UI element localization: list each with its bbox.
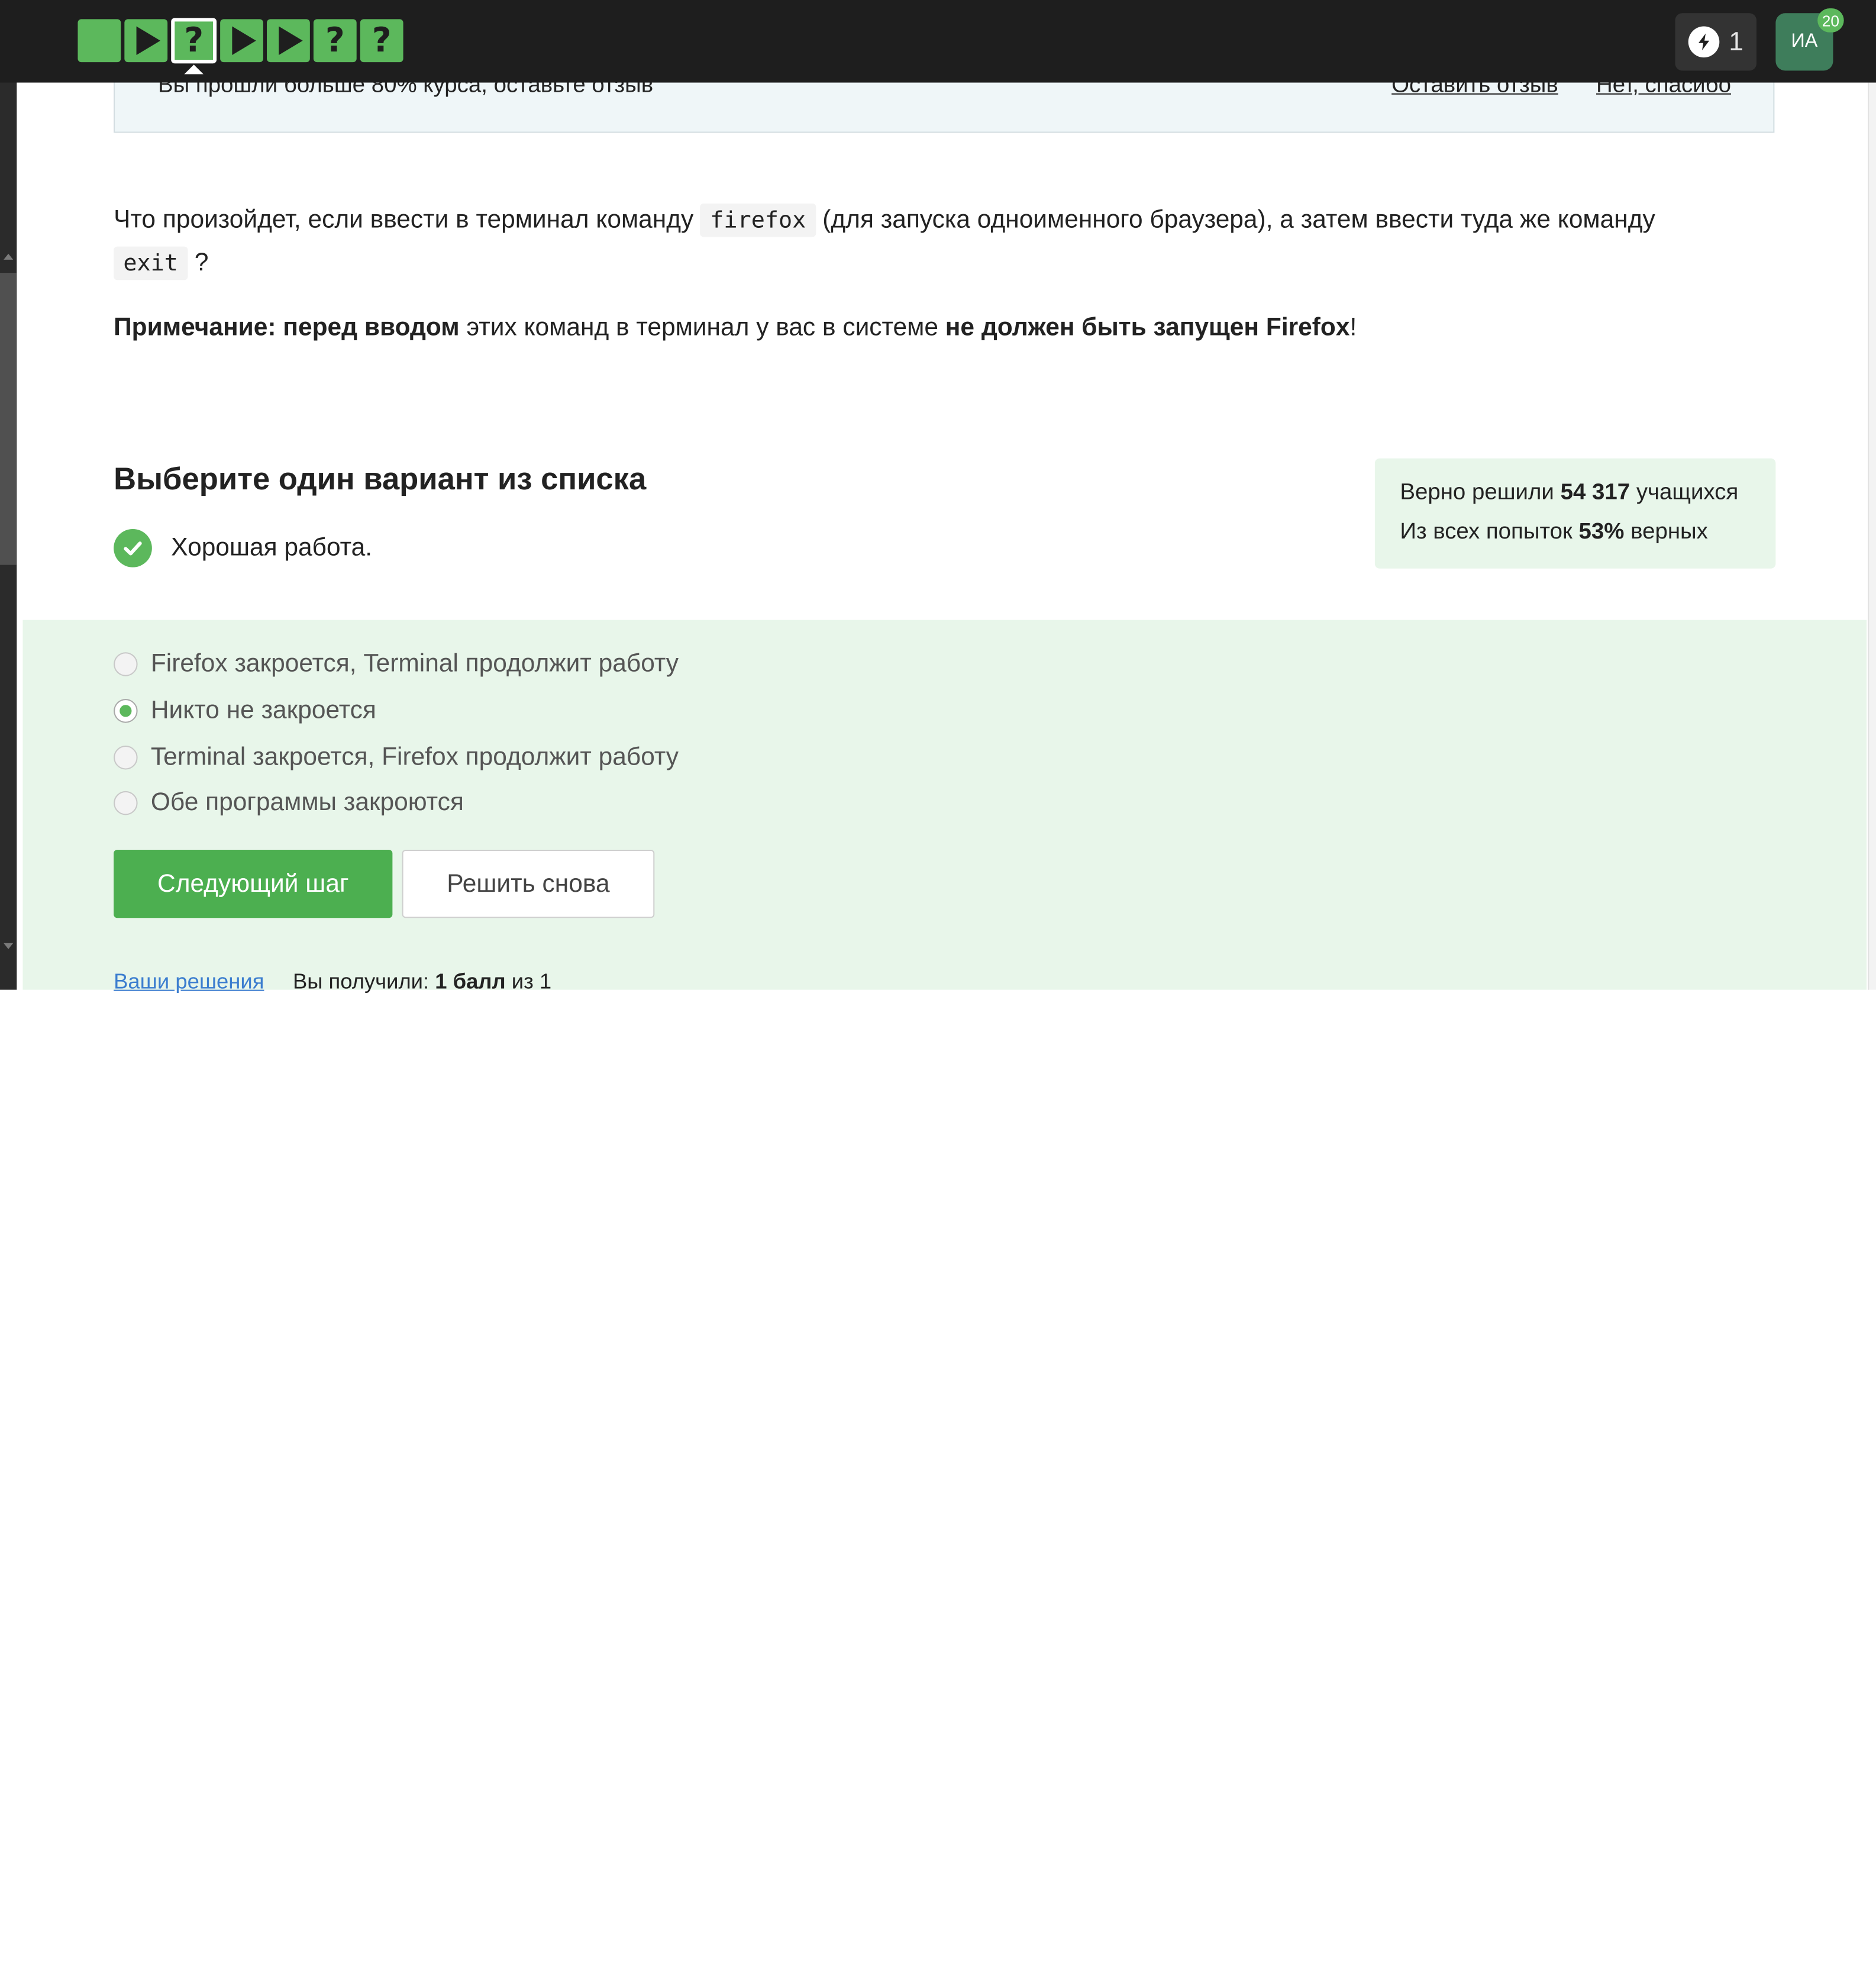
result-message: Хорошая работа.: [171, 534, 373, 562]
stats-solved: Верно решили 54 317 учащихся: [1400, 480, 1738, 506]
stats-attempts: Из всех попыток 53% верных: [1400, 520, 1708, 546]
energy-count: 1: [1729, 26, 1744, 57]
step-3-current[interactable]: ?: [171, 18, 217, 75]
answers-area: Firefox закроется, Terminal продолжит ра…: [22, 620, 1867, 994]
stats-text: верных: [1624, 519, 1708, 545]
question-text-part: (для запуска одноименного браузера), а з…: [815, 205, 1655, 234]
radio-button[interactable]: [114, 746, 138, 770]
scroll-thumb[interactable]: [0, 273, 17, 565]
top-bar: ? ? ? 1 ИА 20: [0, 0, 1876, 83]
page: Вы прошли больше 80% курса, оставьте отз…: [0, 0, 1876, 1980]
question-text: Что произойдет, если ввести в терминал к…: [114, 199, 1777, 285]
notifications-badge[interactable]: 20: [1817, 8, 1844, 33]
radio-button[interactable]: [114, 791, 138, 815]
stats-text: учащихся: [1630, 480, 1739, 505]
radio-button[interactable]: [114, 652, 138, 676]
stats-text: Из всех попыток: [1400, 519, 1579, 545]
lightning-icon: [1688, 26, 1720, 58]
step-5[interactable]: [267, 19, 310, 63]
stats-attempts-percent: 53%: [1578, 519, 1625, 545]
check-circle-icon: [114, 528, 152, 567]
note-part: !: [1349, 313, 1357, 341]
play-icon: [279, 26, 303, 56]
option-4[interactable]: Обе программы закроются: [114, 789, 464, 818]
note-text: Примечание: перед вводом этих команд в т…: [114, 314, 1357, 343]
option-2[interactable]: Никто не закроется: [114, 696, 376, 725]
option-3[interactable]: Terminal закроется, Firefox продолжит ра…: [114, 743, 679, 772]
code-exit: exit: [114, 246, 188, 280]
play-icon: [136, 26, 161, 56]
option-label: Firefox закроется, Terminal продолжит ра…: [150, 650, 679, 678]
left-scrollbar[interactable]: [0, 0, 17, 990]
energy-button[interactable]: 1: [1675, 13, 1757, 71]
note-bold: не должен быть запущен Firefox: [945, 313, 1350, 341]
step-1[interactable]: [78, 19, 121, 63]
option-label: Terminal закроется, Firefox продолжит ра…: [150, 743, 679, 771]
play-icon: [232, 26, 256, 56]
radio-button-selected[interactable]: [114, 699, 138, 723]
step-7[interactable]: ?: [360, 19, 403, 63]
scroll-down-arrow-icon[interactable]: [4, 943, 14, 949]
note-bold: Примечание: перед вводом: [114, 313, 460, 341]
question-text-part: ?: [188, 249, 209, 277]
question-text-part: Что произойдет, если ввести в терминал к…: [114, 205, 701, 234]
option-label: Никто не закроется: [150, 696, 376, 724]
step-4[interactable]: [220, 19, 263, 63]
retry-button[interactable]: Решить снова: [402, 849, 655, 918]
step-6[interactable]: ?: [313, 19, 357, 63]
right-scrollbar[interactable]: [1868, 0, 1876, 990]
next-step-button[interactable]: Следующий шаг: [114, 849, 393, 918]
option-label: Обе программы закроются: [150, 788, 464, 817]
step-navigation: ? ? ?: [78, 18, 403, 75]
stats-text: Верно решили: [1400, 480, 1561, 505]
stats-solved-count: 54 317: [1560, 480, 1630, 505]
choose-title: Выберите один вариант из списка: [114, 460, 647, 497]
solutions-footer: Ваши решения Вы получили: 1 балл из 1: [114, 969, 551, 994]
code-firefox: firefox: [700, 203, 816, 237]
result-status: Хорошая работа.: [114, 528, 373, 567]
question-icon: ?: [184, 20, 204, 60]
stats-panel: Верно решили 54 317 учащихся Из всех поп…: [1374, 458, 1776, 569]
scroll-up-arrow-icon[interactable]: [4, 253, 14, 260]
question-icon: ?: [325, 20, 345, 60]
step-2[interactable]: [124, 19, 168, 63]
option-1[interactable]: Firefox закроется, Terminal продолжит ра…: [114, 650, 679, 679]
note-part: этих команд в терминал у вас в системе: [459, 313, 945, 341]
question-icon: ?: [372, 20, 392, 60]
